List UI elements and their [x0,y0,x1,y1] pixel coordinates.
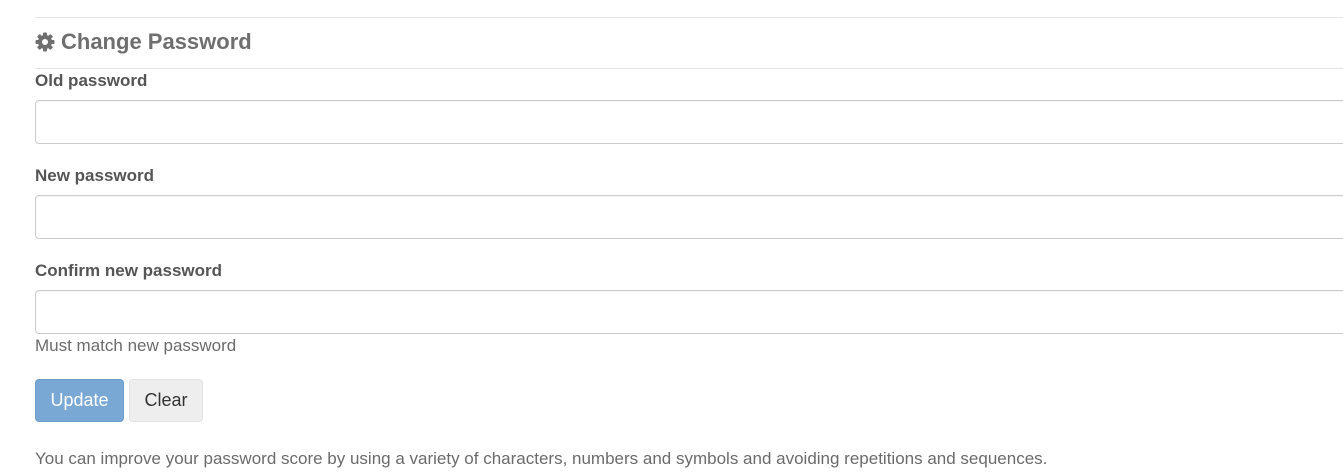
section-header: Change Password [35,29,252,55]
gear-icon [35,32,55,52]
title-divider [35,68,1343,69]
clear-button[interactable]: Clear [129,379,203,422]
update-button[interactable]: Update [35,379,124,422]
old-password-label: Old password [35,71,148,90]
new-password-input[interactable] [35,195,1343,239]
top-divider [35,17,1343,18]
confirm-password-help: Must match new password [35,336,237,355]
confirm-password-label: Confirm new password [35,261,223,280]
old-password-input[interactable] [35,100,1343,144]
password-score-hint: You can improve your password score by u… [35,449,1048,468]
page-title: Change Password [61,29,252,54]
new-password-label: New password [35,166,155,185]
confirm-password-input[interactable] [35,290,1343,334]
